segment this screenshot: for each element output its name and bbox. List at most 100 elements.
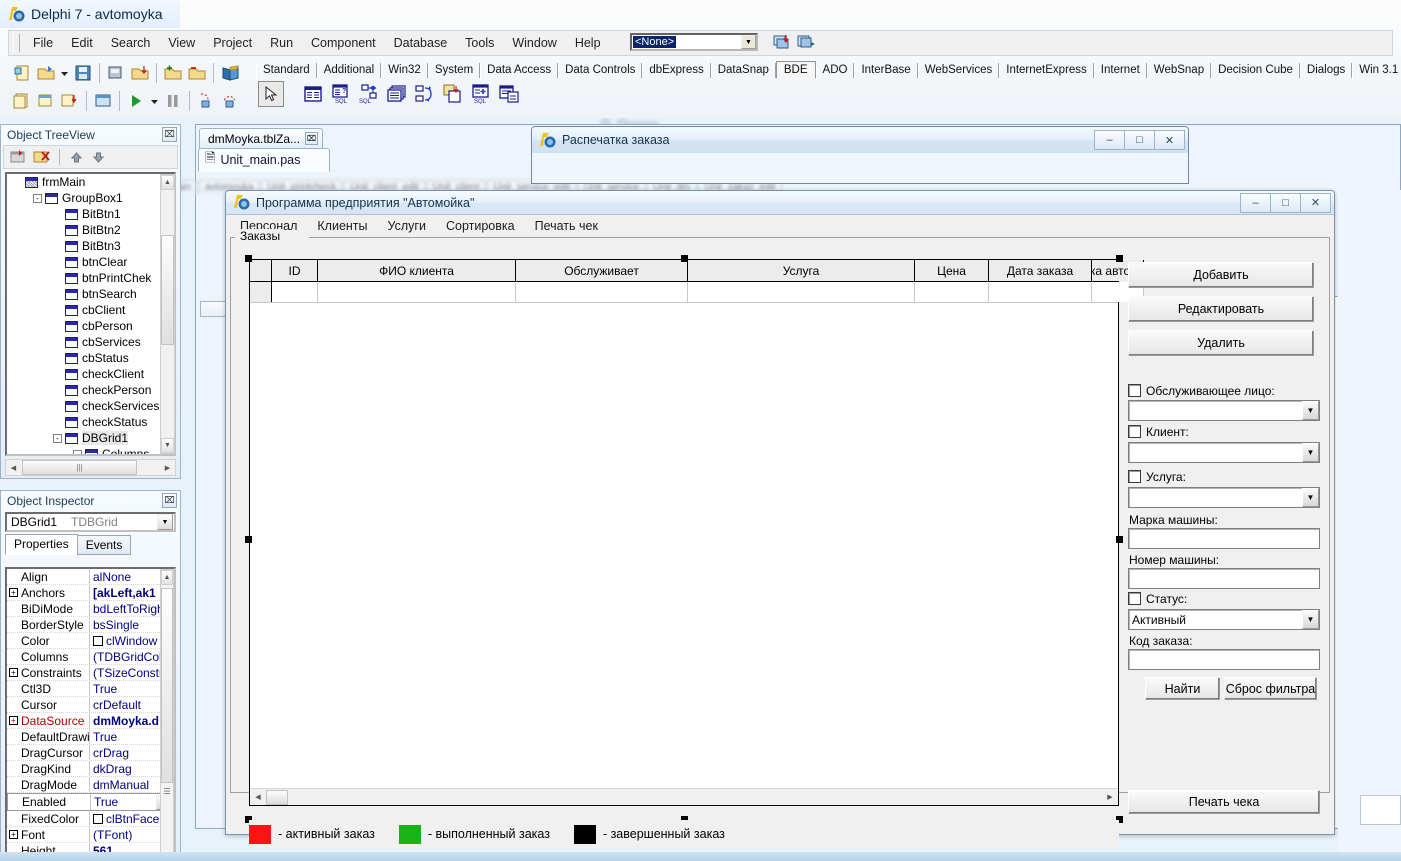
expand-icon[interactable]: + bbox=[9, 716, 18, 725]
object-treeview-panel[interactable]: Object TreeView ⌧ frmMain - GroupBox1 BitBt… bbox=[0, 124, 181, 479]
ide-menu-view[interactable]: View bbox=[159, 33, 204, 53]
step-over-icon[interactable] bbox=[218, 89, 242, 113]
treeview-item[interactable]: BitBtn3 bbox=[7, 238, 174, 254]
treeview-item[interactable]: frmMain bbox=[7, 174, 174, 190]
dbgrid-horizontal-scrollbar[interactable]: ◀ ▶ bbox=[250, 788, 1118, 805]
inspector-tab-properties[interactable]: Properties bbox=[5, 534, 78, 555]
palette-tab-additional[interactable]: Additional bbox=[316, 63, 382, 78]
pointer-icon[interactable] bbox=[258, 81, 284, 107]
person-filter-combo[interactable]: ▼ bbox=[1128, 400, 1320, 421]
palette-tab-decision-cube[interactable]: Decision Cube bbox=[1211, 63, 1300, 78]
view-unit-icon[interactable] bbox=[10, 89, 34, 113]
dbgrid-cell[interactable] bbox=[989, 282, 1092, 302]
open-icon[interactable] bbox=[34, 61, 58, 85]
palette-tab-websnap[interactable]: WebSnap bbox=[1146, 63, 1212, 78]
form-menu-item-4[interactable]: Печать чек bbox=[525, 216, 608, 236]
form-menu-item-1[interactable]: Клиенты bbox=[307, 216, 377, 236]
minimize-button[interactable]: – bbox=[1240, 192, 1271, 213]
ide-menu-database[interactable]: Database bbox=[385, 33, 457, 53]
palette-tab-data-access[interactable]: Data Access bbox=[480, 63, 559, 78]
ide-menu-search[interactable]: Search bbox=[102, 33, 160, 53]
query-sql-icon[interactable]: ? SQL bbox=[328, 81, 354, 107]
treeview-item[interactable]: btnSearch bbox=[7, 286, 174, 302]
ide-toolbar-row-1[interactable] bbox=[10, 60, 242, 86]
service-filter-checkbox[interactable] bbox=[1128, 470, 1141, 483]
dbgrid-column-header[interactable]: Дата заказа bbox=[989, 260, 1092, 281]
component-palette-tabs[interactable]: Standard Additional Win32 System Data Access… bbox=[256, 60, 1401, 78]
status-filter-combo[interactable]: Активный ▼ bbox=[1128, 609, 1320, 630]
minimize-button[interactable]: – bbox=[1094, 130, 1125, 150]
close-icon[interactable]: ⌧ bbox=[305, 132, 319, 145]
dbgrid-cell[interactable] bbox=[318, 282, 516, 302]
dbgrid-cell[interactable] bbox=[272, 282, 318, 302]
tree-expander[interactable]: - bbox=[73, 449, 82, 454]
update-sql-icon[interactable]: SQL bbox=[468, 81, 494, 107]
treeview-item[interactable]: checkStatus bbox=[7, 414, 174, 430]
property-row[interactable]: Columns (TDBGridColu bbox=[7, 649, 174, 665]
datamodule-tab-strip[interactable]: dmMoyka.tblZa... ⌧ bbox=[199, 127, 324, 149]
treeview-item[interactable]: checkClient bbox=[7, 366, 174, 382]
delete-item-icon[interactable] bbox=[31, 147, 53, 167]
trace-into-icon[interactable] bbox=[194, 89, 218, 113]
client-filter-checkbox[interactable] bbox=[1128, 425, 1141, 438]
add-order-button[interactable]: Добавить bbox=[1128, 262, 1314, 288]
ide-menu-tools[interactable]: Tools bbox=[456, 33, 503, 53]
treeview-item[interactable]: BitBtn1 bbox=[7, 206, 174, 222]
scroll-thumb[interactable] bbox=[266, 789, 288, 805]
reset-filter-button[interactable]: Сброс фильтра bbox=[1224, 677, 1317, 700]
new-form-icon[interactable] bbox=[91, 89, 115, 113]
batch-move-icon[interactable] bbox=[440, 81, 466, 107]
palette-tab-datasnap[interactable]: DataSnap bbox=[710, 63, 776, 78]
chevron-down-icon[interactable]: ▼ bbox=[1302, 610, 1319, 629]
chevron-down-icon[interactable]: ▼ bbox=[1302, 443, 1319, 462]
palette-tab-win32[interactable]: Win32 bbox=[381, 63, 428, 78]
treeview-item[interactable]: - DBGrid1 bbox=[7, 430, 174, 446]
close-button[interactable]: ✕ bbox=[1300, 192, 1331, 213]
palette-tab-internet[interactable]: Internet bbox=[1093, 63, 1147, 78]
expand-icon[interactable]: + bbox=[9, 668, 18, 677]
form-menubar[interactable]: Персонал Клиенты Услуги Сортировка Печать че… bbox=[226, 215, 1334, 237]
palette-tab-data-controls[interactable]: Data Controls bbox=[558, 63, 643, 78]
property-grid[interactable]: Align alNone + Anchors [akLeft,ak1 BiDiMode bd… bbox=[5, 567, 176, 861]
chevron-down-icon[interactable]: ▼ bbox=[1302, 401, 1319, 420]
person-filter-checkbox[interactable] bbox=[1128, 384, 1141, 397]
property-row[interactable]: + Font (TFont) bbox=[7, 827, 174, 843]
chevron-down-icon[interactable]: ▼ bbox=[741, 35, 756, 49]
treeview-item[interactable]: btnPrintChek bbox=[7, 270, 174, 286]
status-filter-checkbox[interactable] bbox=[1128, 592, 1141, 605]
dbgrid-row-indicator[interactable] bbox=[250, 282, 272, 302]
property-row[interactable]: BiDiMode bdLeftToRigh bbox=[7, 601, 174, 617]
scroll-up-icon[interactable]: ▲ bbox=[161, 570, 173, 585]
expand-icon[interactable]: + bbox=[9, 830, 18, 839]
inspector-vertical-scrollbar[interactable]: ▲ ☰ bbox=[160, 569, 174, 859]
run-icon[interactable] bbox=[124, 89, 148, 113]
client-filter-combo[interactable]: ▼ bbox=[1128, 442, 1320, 463]
treeview-horizontal-scrollbar[interactable]: ◀ ||| ▶ bbox=[5, 459, 176, 476]
new-icon[interactable] bbox=[10, 61, 34, 85]
property-row[interactable]: + DataSource dmMoyka.d bbox=[7, 713, 174, 729]
scroll-right-icon[interactable]: ▶ bbox=[1102, 790, 1118, 805]
dbgrid-column-header[interactable]: Цена bbox=[915, 260, 989, 281]
treeview-item[interactable]: checkServices bbox=[7, 398, 174, 414]
palette-tab-win-3-1[interactable]: Win 3.1 bbox=[1352, 63, 1401, 78]
scroll-left-icon[interactable]: ◀ bbox=[6, 460, 21, 475]
delete-order-button[interactable]: Удалить bbox=[1128, 330, 1314, 356]
object-inspector-panel[interactable]: Object Inspector ⌧ DBGrid1 TDBGrid ▼ Pro… bbox=[0, 490, 181, 861]
add-to-project-icon[interactable] bbox=[161, 61, 185, 85]
chevron-down-icon[interactable]: ▼ bbox=[1302, 488, 1319, 507]
treeview-item[interactable]: cbPerson bbox=[7, 318, 174, 334]
treeview-item[interactable]: - GroupBox1 bbox=[7, 190, 174, 206]
scroll-right-icon[interactable]: ▶ bbox=[160, 460, 175, 475]
stored-proc-icon[interactable]: SQL bbox=[356, 81, 382, 107]
save-all-icon[interactable] bbox=[104, 61, 128, 85]
new-item-icon[interactable] bbox=[7, 147, 29, 167]
close-icon[interactable]: ⌧ bbox=[162, 493, 177, 508]
close-icon[interactable]: ⌧ bbox=[162, 127, 177, 142]
edit-order-button[interactable]: Редактировать bbox=[1128, 296, 1314, 322]
print-order-window[interactable]: Распечатка заказа – □ ✕ bbox=[531, 126, 1189, 184]
scroll-thumb[interactable] bbox=[161, 235, 174, 345]
expand-icon[interactable]: + bbox=[9, 588, 18, 597]
property-row[interactable]: + Anchors [akLeft,ak1 bbox=[7, 585, 174, 601]
tree-expander[interactable]: - bbox=[33, 193, 42, 203]
object-treeview-toolbar[interactable] bbox=[3, 145, 178, 169]
